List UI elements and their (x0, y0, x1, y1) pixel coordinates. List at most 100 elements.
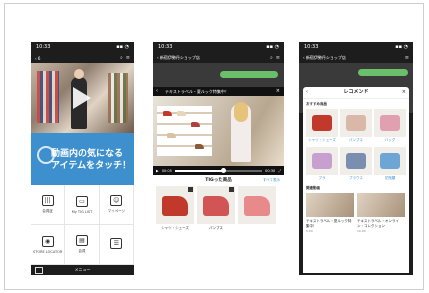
progress-knob[interactable] (220, 167, 226, 173)
recommend-item-name: バッグ (384, 138, 396, 142)
product-name: シャツ・シューズ (161, 226, 189, 230)
search-icon[interactable]: ⌕ (270, 55, 273, 61)
bottom-menu-bar[interactable]: メニュー (31, 265, 134, 275)
status-icons: ▪▪ ◔ (116, 44, 129, 50)
touch-item-banner[interactable]: 動画内の気になる アイテムをタッチ！ (31, 133, 134, 185)
chat-title[interactable]: ‹ 新宿伊勢丹ショップ店 (303, 55, 402, 61)
recommend-item[interactable]: パンプス (340, 109, 372, 145)
menu-label: メニュー (74, 267, 91, 272)
recommend-panel: ‹ レコメンド × おすすめ商品 シャツ・シューズ パンプス バッグブラ ブラウス 花瓶… (303, 87, 409, 273)
grid-item-label: 会員 (78, 249, 86, 253)
bookmark-icon[interactable] (188, 187, 193, 192)
recommend-item[interactable]: ブラ (306, 147, 338, 183)
grid-item-my-page[interactable]: ☺ マイページ (99, 185, 134, 225)
video-card[interactable]: テキストラベル・オンライン・コレクション 10:00 (357, 193, 405, 233)
bookmark-icon[interactable] (229, 187, 234, 192)
product-image (156, 186, 194, 224)
products-heading: TIGった商品 (205, 178, 232, 183)
chat-header: ‹ 新宿伊勢丹ショップ店 ⌕ ≡ (153, 53, 284, 63)
grid-item-member[interactable]: ▤ 会員 (65, 225, 100, 265)
phone-screen-recommend: 10:33 ▪▪ ◔ ‹ 新宿伊勢丹ショップ店 ≡ ‹ レコメンド × おすすめ… (299, 42, 413, 275)
video-thumbnail (306, 193, 354, 217)
status-time: 10:33 (158, 44, 173, 50)
menu-icon[interactable]: ≡ (405, 55, 409, 61)
grid-item-notes[interactable]: ☰ (99, 225, 134, 265)
video-card[interactable]: テキストラベル・夏ルック特集中！ 5:00 (306, 193, 354, 233)
app-header: ‹ 6 ⌕ ≡ (31, 53, 134, 63)
grid-item-member-card[interactable]: ||| 会員証 (31, 185, 66, 225)
grid-item-label: マイページ (107, 209, 126, 213)
recommend-item-image (340, 109, 372, 137)
progress-bar[interactable] (174, 167, 263, 173)
status-bar: 10:33 ▪▪ ◔ (153, 42, 284, 53)
product-image (238, 186, 276, 224)
recommend-item-name: ブラウス (349, 176, 363, 180)
product-card[interactable]: パンプス (197, 186, 235, 231)
grid-item-label: STORE LOCATOR (32, 249, 63, 254)
back-icon[interactable]: ‹ (306, 87, 308, 98)
video-duration: 10:00 (357, 229, 366, 233)
location-icon: ◉ (41, 235, 54, 247)
recommend-item[interactable]: ブラウス (340, 147, 372, 183)
close-icon[interactable]: × (276, 87, 280, 96)
recommend-item[interactable]: シャツ・シューズ (306, 109, 338, 145)
recommend-item[interactable]: バッグ (374, 109, 406, 145)
product-swatch (312, 153, 332, 169)
shoe-item (191, 122, 200, 127)
recommend-item-image (306, 147, 338, 175)
menu-grid: ||| 会員証 ▭ My TIG LIST ☺ マイページ ◉ STORE LO… (31, 185, 134, 265)
back-icon[interactable]: ‹ (156, 87, 158, 96)
recommend-item-name: シャツ・シューズ (308, 138, 336, 142)
video-title: テキストラベル・夏ルック特集中！ (165, 89, 229, 94)
phone-screen-video-player: 10:33 ▪▪ ◔ ‹ 新宿伊勢丹ショップ店 ⌕ ≡ ‹ テキストラベル・夏ル… (153, 42, 284, 275)
video-frame[interactable] (153, 96, 284, 166)
section-title: 関連動画 (306, 186, 320, 190)
tv-icon: ▭ (75, 195, 88, 207)
product-swatch (380, 153, 400, 169)
grid-item-label: 会員証 (42, 209, 53, 213)
product-card[interactable] (238, 186, 276, 231)
status-time: 10:33 (304, 44, 319, 50)
grid-item-my-tig-list[interactable]: ▭ My TIG LIST (65, 185, 100, 225)
video-caption: テキストラベル・夏ルック特集中！ (306, 219, 352, 228)
menu-icon[interactable]: ≡ (126, 55, 130, 61)
recommend-grid: シャツ・シューズ パンプス バッグブラ ブラウス 花瓶類 (303, 109, 409, 183)
product-swatch (203, 196, 229, 216)
shoe-item (195, 144, 204, 149)
shoe-item (163, 111, 172, 116)
products-heading-bar: TIGった商品 すべて表示 (153, 175, 284, 186)
recommend-item-image (374, 109, 406, 137)
shoe-item (167, 133, 176, 138)
time-current: 00:05 (161, 168, 172, 173)
section-title: おすすめ商品 (306, 102, 327, 106)
chat-title[interactable]: ‹ 新宿伊勢丹ショップ店 (157, 55, 267, 61)
panel-title: レコメンド (343, 89, 369, 95)
figure-frame: 10:33 ▪▪ ◔ ‹ 6 ⌕ ≡ 動画内の気になる アイテムをタッチ！ ||… (4, 3, 424, 290)
related-videos: テキストラベル・夏ルック特集中！ 5:00 テキストラベル・オンライン・コレクシ… (303, 193, 409, 233)
menu-icon[interactable]: ≡ (276, 55, 280, 61)
product-swatch (162, 196, 188, 216)
recommend-item-image (374, 147, 406, 175)
video-caption: テキストラベル・オンライン・コレクション (357, 219, 399, 228)
grid-item-store-locator[interactable]: ◉ STORE LOCATOR (31, 225, 66, 265)
document-icon: ▤ (75, 235, 88, 246)
back-button[interactable]: ‹ 6 (35, 56, 117, 61)
product-swatch (312, 115, 332, 131)
fullscreen-icon[interactable]: ⤢ (278, 169, 281, 173)
close-icon[interactable]: × (402, 87, 406, 98)
video-controls: ▶ 00:05 00:30 ⤢ (153, 166, 284, 175)
recommend-item[interactable]: 花瓶類 (374, 147, 406, 183)
search-icon[interactable]: ⌕ (120, 55, 123, 61)
product-card[interactable]: シャツ・シューズ (156, 186, 194, 231)
keyboard-icon[interactable] (35, 267, 43, 274)
play-icon[interactable]: ▶ (156, 169, 159, 173)
product-name: パンプス (208, 226, 224, 230)
video-title-bar: ‹ テキストラベル・夏ルック特集中！ × (153, 87, 284, 96)
recommend-item-name: パンプス (348, 138, 364, 142)
video-duration: 5:00 (306, 229, 313, 233)
status-icons: ▪▪ ◔ (266, 44, 279, 50)
video-thumbnail[interactable] (31, 63, 134, 133)
tagged-products-panel: TIGった商品 すべて表示 シャツ・シューズ パンプス (153, 175, 284, 275)
show-all-link[interactable]: すべて表示 (263, 175, 280, 186)
play-icon[interactable] (73, 87, 91, 109)
